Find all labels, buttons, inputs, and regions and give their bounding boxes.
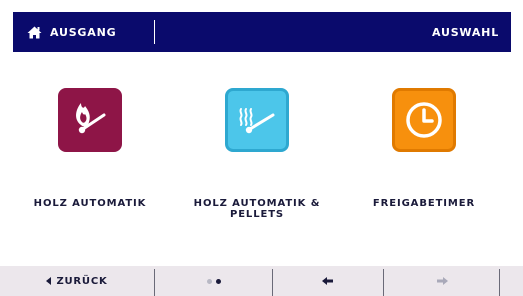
page-dot-active	[215, 278, 221, 284]
option-holz-automatik-pellets-button[interactable]	[225, 88, 289, 152]
page-indicator	[155, 266, 272, 296]
option-freigabetimer-label: FREIGABETIMER	[372, 198, 476, 209]
option-holz-automatik-button[interactable]	[58, 88, 122, 152]
option-holz-automatik-pellets-label: HOLZ AUTOMATIK & PELLETS	[193, 198, 321, 220]
heat-match-icon	[239, 108, 275, 134]
header-divider	[154, 20, 155, 44]
arrow-right-icon	[436, 277, 448, 285]
page-dot	[206, 278, 212, 284]
flame-match-icon	[76, 103, 106, 134]
bottom-bar: ZURÜCK	[0, 266, 523, 296]
option-holz-automatik-pellets[interactable]: HOLZ AUTOMATIK & PELLETS	[194, 88, 319, 220]
arrow-left-icon	[322, 277, 333, 285]
option-freigabetimer-button[interactable]	[392, 88, 456, 152]
back-button[interactable]: ZURÜCK	[0, 266, 154, 296]
previous-button[interactable]	[273, 266, 383, 296]
clock-icon	[406, 102, 442, 138]
next-button[interactable]	[384, 266, 499, 296]
home-icon	[27, 26, 42, 38]
back-arrow-icon	[46, 277, 52, 285]
top-bar: AUSGANG AUSWAHL	[13, 12, 511, 52]
option-holz-automatik-label: HOLZ AUTOMATIK	[33, 198, 147, 209]
back-button-label: ZURÜCK	[56, 275, 108, 287]
home-button[interactable]: AUSGANG	[27, 12, 116, 52]
home-button-label: AUSGANG	[50, 25, 117, 39]
option-holz-automatik[interactable]: HOLZ AUTOMATIK	[34, 88, 145, 209]
footer-divider	[499, 269, 500, 296]
header-title: AUSWAHL	[432, 25, 499, 39]
option-freigabetimer[interactable]: FREIGABETIMER	[373, 88, 474, 209]
